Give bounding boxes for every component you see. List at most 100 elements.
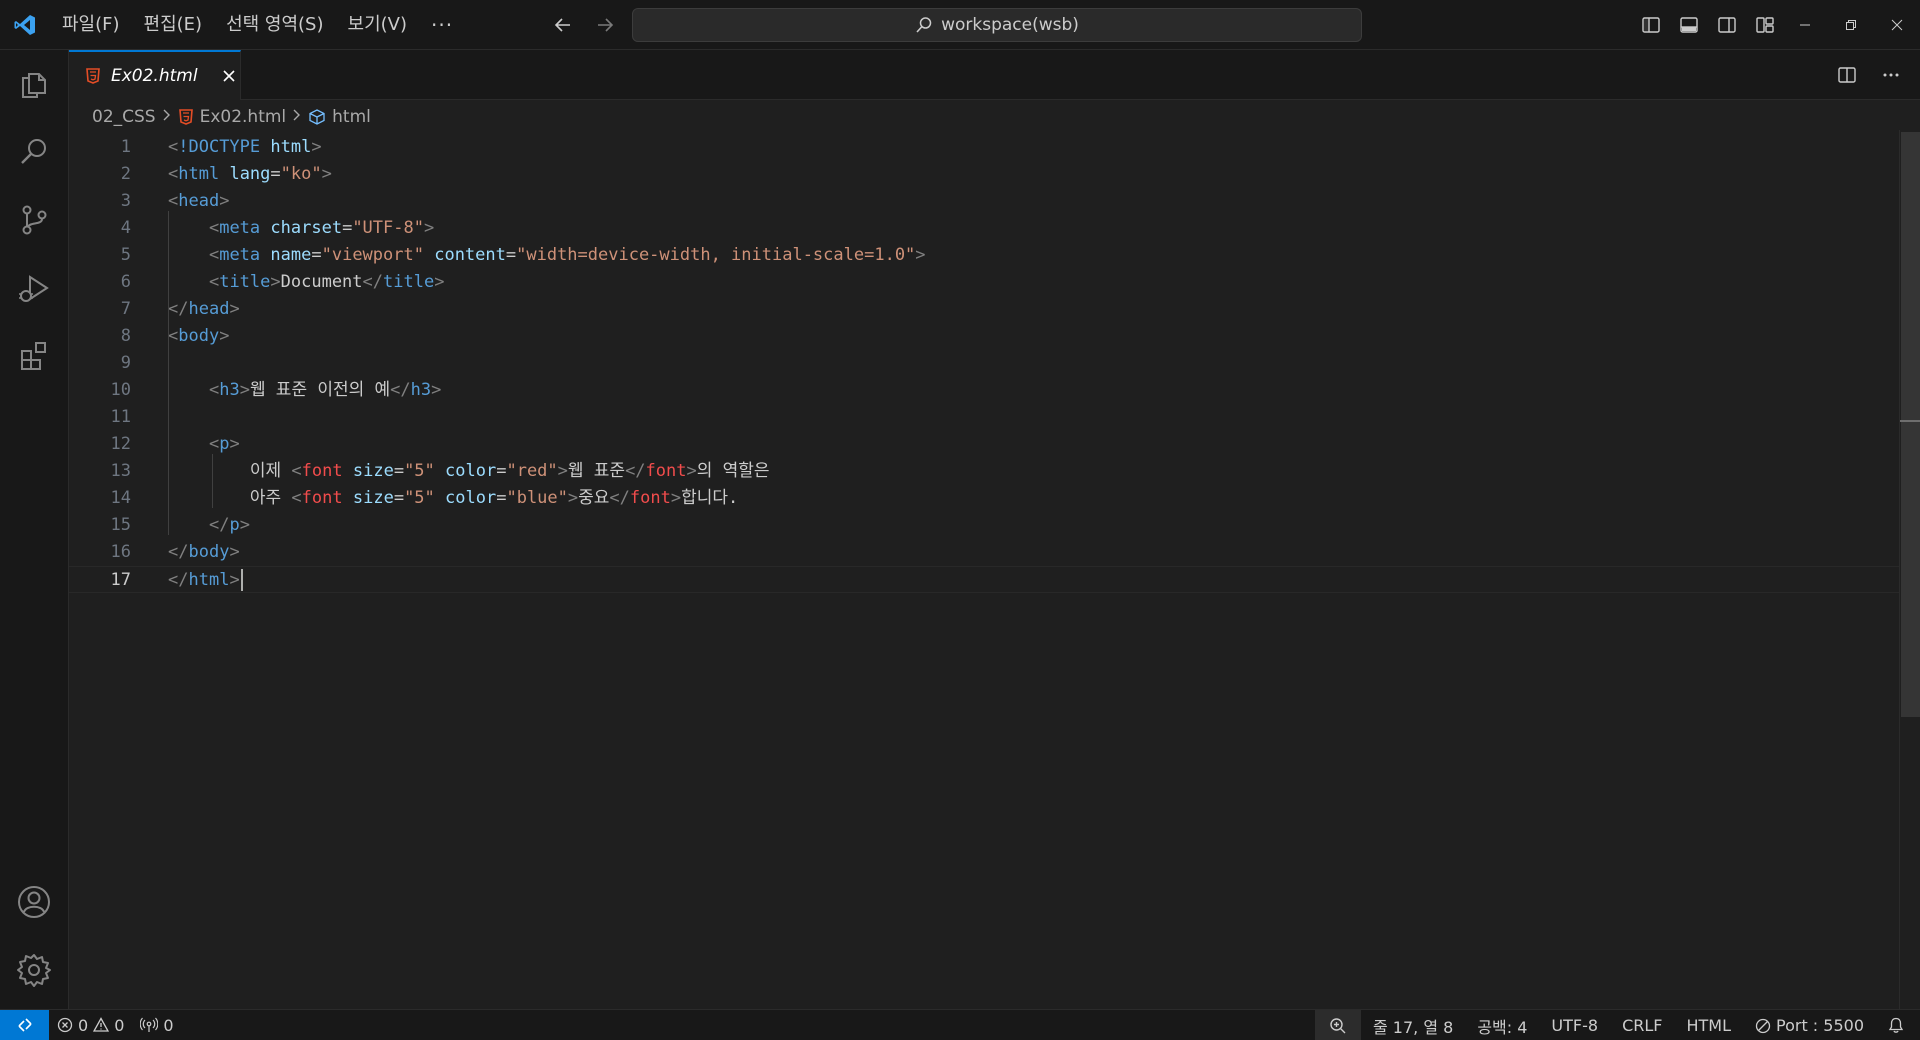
code-token: < [291,461,302,481]
editor-tab-bar: Ex02.html [69,50,1920,100]
layout-controls [1635,8,1781,42]
indent-guide [168,211,169,346]
code-editor[interactable]: 1 <!DOCTYPE html> 2 <html lang="ko"> 3 <head>… [69,130,1899,1009]
code-line[interactable]: 2 <html lang="ko"> [69,161,1899,188]
code-token: "viewport" [321,245,424,265]
code-token: > [219,326,230,346]
code-line[interactable]: 15 </p> [69,512,1899,539]
code-line[interactable]: 9 [69,350,1899,377]
breadcrumb-folder[interactable]: 02_CSS [92,107,156,127]
extensions-icon[interactable] [0,324,68,388]
code-line[interactable]: 10 <h3>웹 표준 이전의 예</h3> [69,377,1899,404]
run-debug-icon[interactable] [0,256,68,320]
eol-setting[interactable]: CRLF [1610,1010,1674,1040]
code-token: > [670,488,682,508]
code-line[interactable]: 11 [69,404,1899,431]
code-line[interactable]: 8 <body> [69,323,1899,350]
code-token: html [270,137,312,157]
problems-indicator[interactable]: 0 0 [49,1010,132,1040]
code-token: font [301,461,343,481]
vertical-scrollbar[interactable] [1899,130,1920,1009]
language-mode[interactable]: HTML [1674,1010,1743,1040]
settings-gear-icon[interactable] [0,938,68,1002]
code-token: html [188,570,230,590]
scrollbar-thumb[interactable] [1901,132,1920,717]
code-token: "blue" [506,488,568,508]
code-token: name [270,245,312,265]
code-line[interactable]: 17 </html> [69,566,1899,593]
code-line[interactable]: 6 <title>Document</title> [69,269,1899,296]
menu-more-button[interactable]: ··· [419,13,465,37]
code-line[interactable]: 14 아주 <font size="5" color="blue">중요</fo… [69,485,1899,512]
code-token: color [445,461,497,481]
code-token: body [188,542,230,562]
toggle-panel-icon[interactable] [1673,8,1705,42]
restore-icon[interactable] [1828,0,1874,50]
split-editor-icon[interactable] [1830,58,1864,92]
code-token: = [496,461,507,481]
cursor-position[interactable]: 줄 17, 열 8 [1361,1010,1465,1040]
chevron-right-icon [292,107,302,127]
indentation-setting[interactable]: 공백: 4 [1465,1010,1539,1040]
customize-layout-icon[interactable] [1749,8,1781,42]
toggle-secondary-sidebar-icon[interactable] [1711,8,1743,42]
tab-ex02-html[interactable]: Ex02.html [69,50,241,100]
line-number: 16 [110,542,131,562]
code-line[interactable]: 3 <head> [69,188,1899,215]
code-line[interactable]: 7 </head> [69,296,1899,323]
zoom-indicator-icon[interactable] [1314,1010,1361,1040]
code-token: title [383,272,435,292]
menu-selection[interactable]: 선택 영역(S) [214,0,335,50]
line-number: 17 [110,570,131,590]
close-window-icon[interactable] [1874,0,1920,50]
more-actions-icon[interactable] [1874,58,1908,92]
code-token: > [321,164,332,184]
code-text: <head> [168,188,229,215]
chevron-right-icon [162,107,172,127]
code-line[interactable]: 13 이제 <font size="5" color="red">웹 표준</f… [69,458,1899,485]
menu-file[interactable]: 파일(F) [50,0,132,50]
window-controls [1782,0,1920,50]
code-token: > [239,515,250,535]
code-token: > [270,272,281,292]
menu-edit[interactable]: 편집(E) [132,0,215,50]
source-control-icon[interactable] [0,188,68,252]
code-token: > [219,191,230,211]
error-icon [57,1017,73,1033]
explorer-icon[interactable] [0,52,68,116]
close-icon[interactable] [222,69,236,83]
code-token: head [188,299,230,319]
code-line[interactable]: 5 <meta name="viewport" content="width=d… [69,242,1899,269]
back-arrow-icon[interactable] [548,8,578,42]
breadcrumb-file[interactable]: Ex02.html [178,107,286,127]
forward-arrow-icon[interactable] [590,8,620,42]
code-token: 이제 [168,461,292,481]
minimize-icon[interactable] [1782,0,1828,50]
code-token: p [219,434,230,454]
encoding-setting[interactable]: UTF-8 [1539,1010,1610,1040]
command-center-search[interactable]: workspace(wsb) [632,8,1362,42]
code-line[interactable]: 4 <meta charset="UTF-8"> [69,215,1899,242]
code-line[interactable]: 12 <p> [69,431,1899,458]
breadcrumb-symbol[interactable]: html [308,107,371,127]
notifications-bell-icon[interactable] [1876,1010,1920,1040]
accounts-icon[interactable] [0,870,68,934]
menu-view[interactable]: 보기(V) [336,0,419,50]
live-server-port[interactable]: Port : 5500 [1743,1010,1876,1040]
search-icon[interactable] [0,120,68,184]
code-line[interactable]: 16 </body> [69,539,1899,566]
toggle-primary-sidebar-icon[interactable] [1635,8,1667,42]
breadcrumb: 02_CSS Ex02.html html [92,104,371,130]
code-token: font [645,461,687,481]
text-cursor [240,569,243,591]
code-line[interactable]: 1 <!DOCTYPE html> [69,134,1899,161]
ports-indicator[interactable]: 0 [132,1010,181,1040]
remote-indicator-icon[interactable] [0,1009,49,1040]
code-token: size [352,461,394,481]
